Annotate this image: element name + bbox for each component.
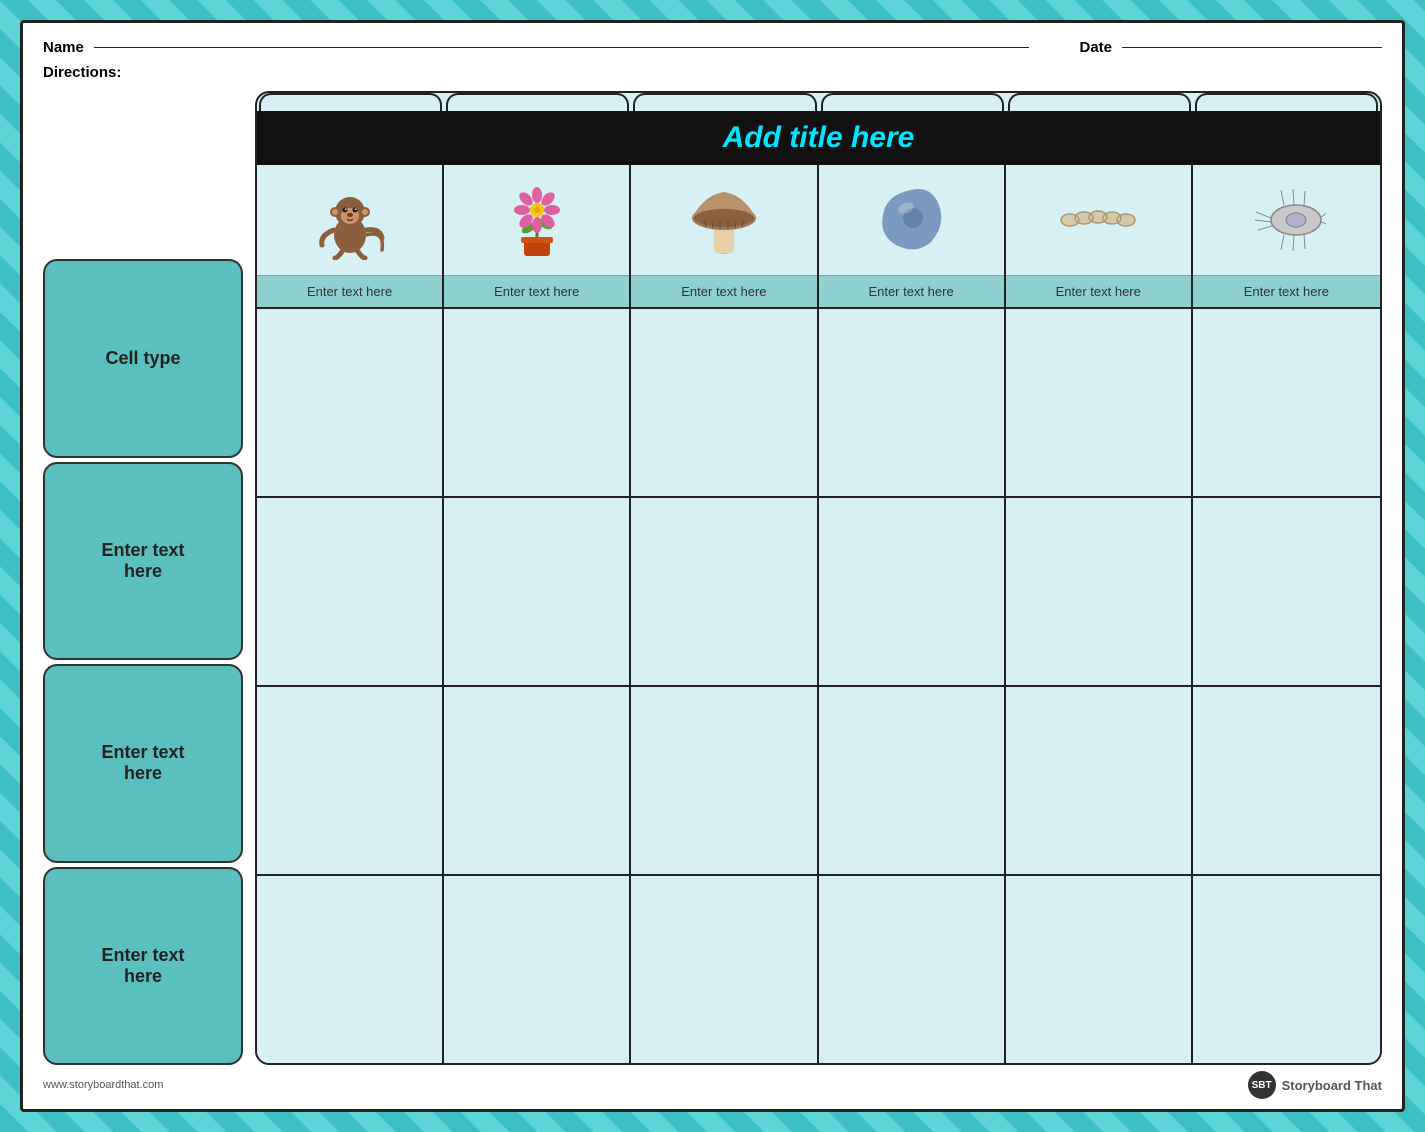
data-row-3 — [257, 876, 1380, 1063]
data-cell-0-0[interactable] — [257, 309, 444, 496]
flower-icon — [497, 180, 577, 260]
tab-3 — [821, 93, 1004, 111]
data-cell-1-3[interactable] — [819, 498, 1006, 685]
tab-2 — [633, 93, 816, 111]
data-cell-2-0[interactable] — [257, 687, 444, 874]
data-cell-2-2[interactable] — [631, 687, 818, 874]
name-row: Name Date — [43, 39, 1382, 56]
date-label: Date — [1079, 39, 1112, 56]
data-cell-0-5[interactable] — [1193, 309, 1380, 496]
sbt-logo: SBT Storyboard That — [1248, 1071, 1382, 1099]
tab-0 — [259, 93, 442, 111]
row-label-1[interactable]: Enter texthere — [43, 462, 243, 661]
data-cell-0-1[interactable] — [444, 309, 631, 496]
image-cell-1: Enter text here — [444, 165, 631, 307]
data-cell-3-4[interactable] — [1006, 876, 1193, 1063]
col-label-0[interactable]: Enter text here — [257, 275, 442, 307]
row-label-0[interactable]: Cell type — [43, 259, 243, 458]
data-cell-1-4[interactable] — [1006, 498, 1193, 685]
tab-5 — [1195, 93, 1378, 111]
data-cell-2-5[interactable] — [1193, 687, 1380, 874]
data-cell-1-0[interactable] — [257, 498, 444, 685]
tab-1 — [446, 93, 629, 111]
data-cell-1-5[interactable] — [1193, 498, 1380, 685]
monkey-icon — [310, 180, 390, 260]
data-cell-1-1[interactable] — [444, 498, 631, 685]
bacteria-icon — [1058, 180, 1138, 260]
data-cell-3-5[interactable] — [1193, 876, 1380, 1063]
image-cell-2: Enter text here — [631, 165, 818, 307]
image-cell-0: Enter text here — [257, 165, 444, 307]
footer: www.storyboardthat.com SBT Storyboard Th… — [43, 1071, 1382, 1099]
data-cell-3-1[interactable] — [444, 876, 631, 1063]
image-cell-4: Enter text here — [1006, 165, 1193, 307]
image-row: Enter text here — [257, 165, 1380, 309]
sbt-logo-icon: SBT — [1248, 1071, 1276, 1099]
name-label: Name — [43, 39, 84, 56]
header-tabs — [257, 93, 1380, 111]
left-labels: Cell type Enter texthere Enter texthere … — [43, 91, 243, 1065]
row-label-3[interactable]: Enter texthere — [43, 867, 243, 1066]
data-row-2 — [257, 687, 1380, 876]
data-cell-0-3[interactable] — [819, 309, 1006, 496]
title-text: Add title here — [723, 121, 915, 154]
data-cell-0-2[interactable] — [631, 309, 818, 496]
footer-website: www.storyboardthat.com — [43, 1079, 163, 1091]
directions-row: Directions: — [43, 64, 1382, 81]
sbt-brand: Storyboard That — [1282, 1078, 1382, 1093]
data-cell-1-2[interactable] — [631, 498, 818, 685]
col-label-2[interactable]: Enter text here — [631, 275, 816, 307]
data-cell-3-0[interactable] — [257, 876, 444, 1063]
amoeba-image — [819, 165, 1004, 275]
col-label-3[interactable]: Enter text here — [819, 275, 1004, 307]
mushroom-icon — [684, 180, 764, 260]
main-container: Name Date Directions: Cell type Enter te… — [20, 20, 1405, 1112]
grid-area: Add title here — [255, 91, 1382, 1065]
data-cell-2-4[interactable] — [1006, 687, 1193, 874]
data-cell-3-3[interactable] — [819, 876, 1006, 1063]
data-cell-3-2[interactable] — [631, 876, 818, 1063]
title-bar[interactable]: Add title here — [257, 111, 1380, 165]
tab-4 — [1008, 93, 1191, 111]
col-label-4[interactable]: Enter text here — [1006, 275, 1191, 307]
data-cell-2-3[interactable] — [819, 687, 1006, 874]
data-rows — [257, 309, 1380, 1063]
date-line — [1122, 47, 1382, 48]
data-cell-0-4[interactable] — [1006, 309, 1193, 496]
data-cell-2-1[interactable] — [444, 687, 631, 874]
flower-image — [444, 165, 629, 275]
amoeba-icon — [871, 180, 951, 260]
paramecium-icon — [1246, 180, 1326, 260]
col-label-1[interactable]: Enter text here — [444, 275, 629, 307]
name-line — [94, 47, 1030, 48]
data-row-0 — [257, 309, 1380, 498]
col-label-5[interactable]: Enter text here — [1193, 275, 1380, 307]
paramecium-image — [1193, 165, 1380, 275]
date-section: Date — [1079, 39, 1382, 56]
image-cell-3: Enter text here — [819, 165, 1006, 307]
row-label-2[interactable]: Enter texthere — [43, 664, 243, 863]
bacteria-image — [1006, 165, 1191, 275]
image-cell-5: Enter text here — [1193, 165, 1380, 307]
data-row-1 — [257, 498, 1380, 687]
directions-label: Directions: — [43, 64, 121, 81]
table-area: Cell type Enter texthere Enter texthere … — [43, 91, 1382, 1065]
mushroom-image — [631, 165, 816, 275]
monkey-image — [257, 165, 442, 275]
